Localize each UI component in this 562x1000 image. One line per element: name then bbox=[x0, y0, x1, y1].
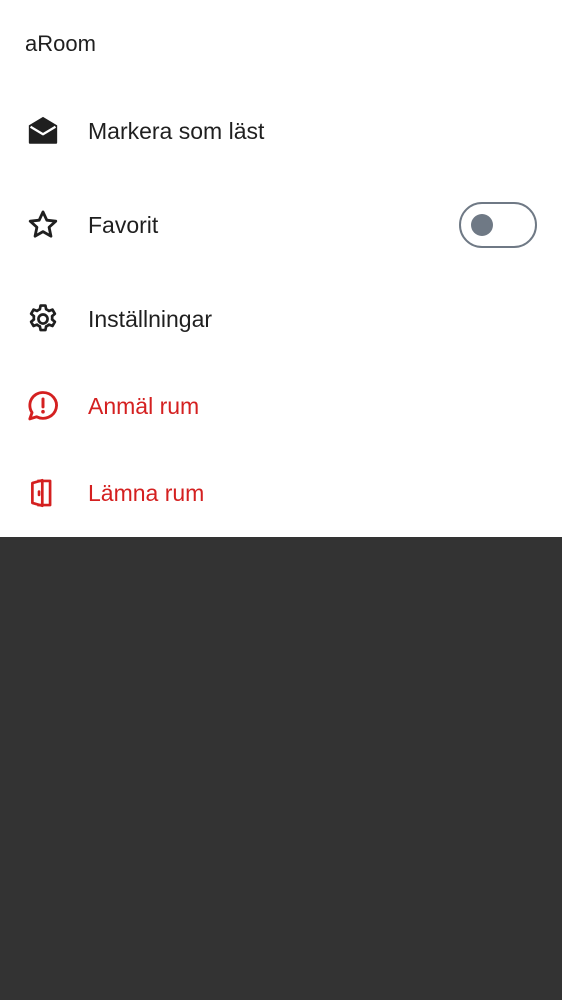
menu-item-label: Anmäl rum bbox=[88, 393, 200, 419]
menu-item-settings[interactable]: Inställningar bbox=[0, 287, 562, 351]
gear-icon bbox=[25, 301, 61, 337]
menu-item-label: Favorit bbox=[88, 212, 159, 238]
toggle-knob bbox=[471, 214, 493, 236]
sheet-title: aRoom bbox=[25, 31, 96, 56]
menu-item-report-room[interactable]: Anmäl rum bbox=[0, 374, 562, 438]
menu-item-label: Inställningar bbox=[88, 306, 213, 332]
report-bubble-icon bbox=[25, 388, 61, 424]
mail-open-icon bbox=[25, 113, 61, 149]
menu-item-favorite[interactable]: Favorit bbox=[0, 193, 562, 257]
room-actions-sheet: aRoom Markera som läst Favorit Inställni… bbox=[0, 0, 562, 537]
star-icon bbox=[25, 207, 61, 243]
favorite-toggle[interactable] bbox=[459, 202, 537, 248]
menu-item-label: Markera som läst bbox=[88, 118, 265, 144]
modal-backdrop[interactable] bbox=[0, 537, 562, 1000]
menu-item-mark-as-read[interactable]: Markera som läst bbox=[0, 99, 562, 163]
menu-item-label: Lämna rum bbox=[88, 480, 205, 506]
door-exit-icon bbox=[25, 475, 61, 511]
menu-item-leave-room[interactable]: Lämna rum bbox=[0, 461, 562, 525]
